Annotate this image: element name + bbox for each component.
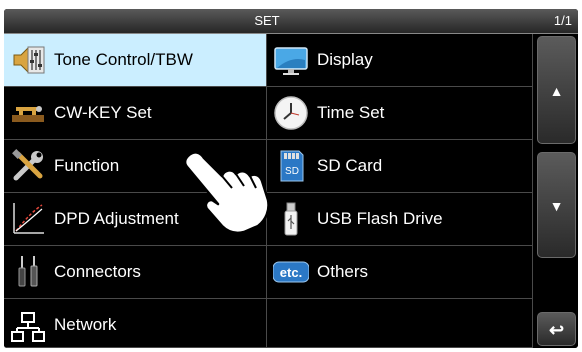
menu-item-function[interactable]: Function bbox=[4, 140, 267, 193]
screen-title: SET bbox=[254, 13, 280, 28]
menu-item-label: Tone Control/TBW bbox=[54, 50, 193, 69]
scrollbar: ▲ ▼ ↩ bbox=[535, 34, 578, 348]
menu-item-label: SD Card bbox=[317, 156, 383, 175]
cw-key-icon bbox=[12, 106, 44, 122]
back-button[interactable]: ↩ bbox=[537, 312, 576, 346]
return-arrow-icon: ↩ bbox=[548, 320, 565, 340]
network-icon bbox=[11, 312, 45, 342]
up-arrow-icon: ▲ bbox=[549, 83, 564, 99]
dpd-graph-icon bbox=[13, 203, 44, 234]
menu-item-empty bbox=[267, 299, 533, 348]
menu-item-label: Others bbox=[317, 262, 369, 281]
others-icon-text: etc. bbox=[280, 265, 302, 280]
menu-grid: Tone Control/TBW Display CW-KEY Set Time… bbox=[4, 34, 533, 348]
menu-item-usb-flash-drive[interactable]: USB Flash Drive bbox=[267, 193, 533, 246]
menu-item-label: Network bbox=[54, 315, 117, 334]
menu-item-tone-control[interactable]: Tone Control/TBW bbox=[4, 34, 267, 87]
menu-item-label: DPD Adjustment bbox=[54, 209, 179, 228]
menu-item-cw-key-set[interactable]: CW-KEY Set bbox=[4, 87, 267, 140]
connectors-icon bbox=[18, 256, 38, 287]
clock-icon bbox=[274, 96, 308, 130]
page-indicator: 1/1 bbox=[553, 13, 572, 28]
menu-item-connectors[interactable]: Connectors bbox=[4, 246, 267, 299]
others-icon: etc. bbox=[273, 261, 309, 283]
usb-drive-icon bbox=[284, 202, 298, 236]
menu-item-others[interactable]: etc. Others bbox=[267, 246, 533, 299]
monitor-icon bbox=[274, 47, 308, 75]
tools-icon bbox=[12, 149, 43, 181]
menu-item-network[interactable]: Network bbox=[4, 299, 267, 348]
menu-item-label: Function bbox=[54, 156, 120, 175]
sd-card-icon: SD bbox=[280, 150, 304, 182]
set-menu-screen: SET 1/1 Tone Control/TBW Display CW-KEY … bbox=[4, 9, 578, 348]
tone-control-icon bbox=[13, 46, 45, 74]
down-arrow-icon: ▼ bbox=[549, 198, 564, 214]
scroll-up-button[interactable]: ▲ bbox=[537, 36, 576, 144]
menu-item-label: USB Flash Drive bbox=[317, 209, 443, 228]
scroll-down-button[interactable]: ▼ bbox=[537, 152, 576, 258]
menu-item-label: Display bbox=[317, 50, 373, 69]
sd-card-icon-text: SD bbox=[285, 166, 299, 177]
title-bar: SET 1/1 bbox=[4, 9, 578, 34]
menu-item-sd-card[interactable]: SD SD Card bbox=[267, 140, 533, 193]
menu-item-label: Time Set bbox=[317, 103, 385, 122]
menu-item-dpd-adjustment[interactable]: DPD Adjustment bbox=[4, 193, 267, 246]
menu-item-label: Connectors bbox=[54, 262, 141, 281]
menu-item-time-set[interactable]: Time Set bbox=[267, 87, 533, 140]
menu-item-display[interactable]: Display bbox=[267, 34, 533, 87]
menu-item-label: CW-KEY Set bbox=[54, 103, 152, 122]
